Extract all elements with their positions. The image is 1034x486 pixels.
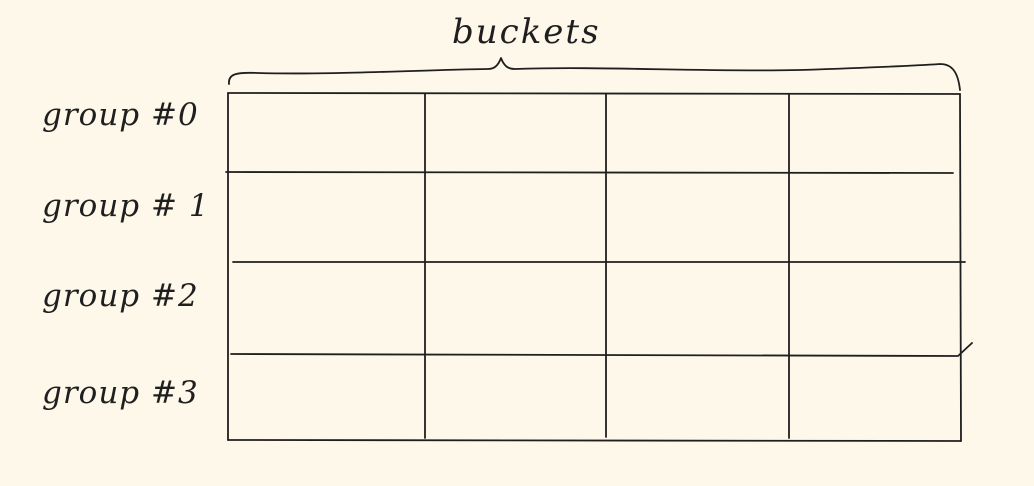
buckets-brace — [228, 57, 961, 91]
grid-row-divider — [230, 342, 973, 357]
diagram-canvas: buckets group #0 group # 1 group #2 grou… — [0, 0, 1034, 486]
grid-row-divider — [225, 171, 954, 174]
bucket-grid — [225, 57, 973, 442]
grid-top-edge — [227, 92, 961, 95]
grid-bottom-edge — [227, 439, 962, 442]
grid-right-edge — [959, 93, 962, 442]
